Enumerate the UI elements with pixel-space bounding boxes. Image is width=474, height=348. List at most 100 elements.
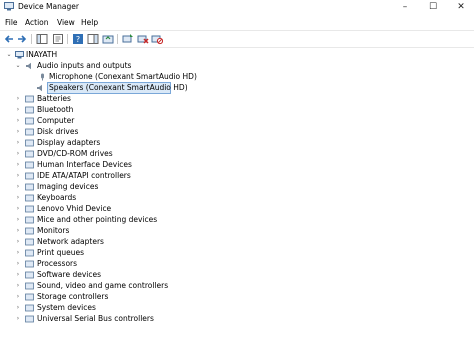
category-label: Human Interface Devices [37,160,132,169]
chevron-right-icon[interactable]: › [14,192,22,203]
disable-device-icon[interactable] [151,33,163,45]
speaker-icon [37,84,42,92]
back-arrow-icon[interactable] [3,33,15,45]
category-row[interactable]: › Lenovo Vhid Device [0,203,250,214]
category-label: Disk drives [37,127,79,136]
disk-drive-icon [25,128,34,136]
software-device-icon [25,271,34,279]
update-driver-icon[interactable] [102,33,114,45]
category-row[interactable]: › Display adapters [0,137,250,148]
chevron-right-icon[interactable]: › [14,225,22,236]
category-row[interactable]: › Monitors [0,225,250,236]
category-row[interactable]: › Computer [0,115,250,126]
device-tree: ⌄ INAYATH ⌄ Audio inputs and outputs Mic… [0,49,474,348]
scan-hardware-changes-icon[interactable] [122,33,134,45]
category-label: Keyboards [37,193,77,202]
chevron-right-icon[interactable]: › [14,126,22,137]
category-label: Computer [37,116,75,125]
chevron-right-icon[interactable]: › [14,93,22,104]
monitor-icon [25,227,34,235]
device-speakers[interactable]: Speakers (Conexant SmartAudio HD) [0,82,250,94]
category-row[interactable]: › Storage controllers [0,291,250,302]
chevron-right-icon[interactable]: › [14,280,22,291]
category-row[interactable]: › Imaging devices [0,181,250,192]
keyboard-icon [25,194,34,202]
category-label: Storage controllers [37,292,109,301]
toolbar-separator [67,34,68,44]
battery-icon [25,95,34,103]
speaker-icon [26,62,31,70]
category-row[interactable]: › System devices [0,302,250,313]
category-row[interactable]: › Mice and other pointing devices [0,214,250,225]
category-row[interactable]: › DVD/CD-ROM drives [0,148,250,159]
category-audio-inputs-and-outputs[interactable]: ⌄ Audio inputs and outputs [0,60,250,71]
chevron-right-icon[interactable]: › [14,115,22,126]
close-button[interactable]: ✕ [447,0,474,14]
storage-controller-icon [25,293,34,301]
chevron-right-icon[interactable]: › [14,203,22,214]
category-label: DVD/CD-ROM drives [37,149,113,158]
forward-arrow-icon[interactable] [16,33,28,45]
tree-root-inayath[interactable]: ⌄ INAYATH [0,49,200,60]
chevron-right-icon[interactable]: › [14,236,22,247]
computer-icon [15,51,24,59]
properties-icon[interactable] [52,33,64,45]
category-row[interactable]: › Universal Serial Bus controllers [0,313,250,324]
category-row[interactable]: › IDE ATA/ATAPI controllers [0,170,250,181]
toolbar-separator [117,34,118,44]
menu-action[interactable]: Action [25,17,49,28]
chevron-right-icon[interactable]: › [14,214,22,225]
dvd-drive-icon [25,150,34,158]
chevron-right-icon[interactable]: › [14,302,22,313]
category-row[interactable]: › Human Interface Devices [0,159,250,170]
mouse-icon [25,216,34,224]
category-label: Audio inputs and outputs [37,61,132,70]
chevron-down-icon[interactable]: ⌄ [5,49,13,60]
category-row[interactable]: › Software devices [0,269,250,280]
window-title: Device Manager [18,2,79,11]
chevron-right-icon[interactable]: › [14,148,22,159]
chevron-right-icon[interactable]: › [14,159,22,170]
minimize-button[interactable]: – [391,0,419,14]
category-row[interactable]: › Network adapters [0,236,250,247]
chevron-right-icon[interactable]: › [14,137,22,148]
show-hide-console-tree-icon[interactable] [36,33,48,45]
category-row[interactable]: › Batteries [0,93,250,104]
show-action-pane-icon[interactable] [87,33,99,45]
chevron-right-icon[interactable]: › [14,291,22,302]
menu-file[interactable]: File [5,17,18,28]
chevron-right-icon[interactable]: › [14,104,22,115]
chevron-down-icon[interactable]: ⌄ [14,60,22,71]
device-label: Microphone (Conexant SmartAudio HD) [49,72,197,81]
category-label: Bluetooth [37,105,74,114]
category-row[interactable]: › Disk drives [0,126,250,137]
printer-icon [25,249,34,257]
chevron-right-icon[interactable]: › [14,170,22,181]
category-label: Print queues [37,248,85,257]
category-row[interactable]: › Processors [0,258,250,269]
toolbar: ? [0,30,474,48]
category-row[interactable]: › Keyboards [0,192,250,203]
category-label: Universal Serial Bus controllers [37,314,154,323]
uninstall-device-icon[interactable] [137,33,149,45]
category-label: Mice and other pointing devices [37,215,158,224]
chevron-right-icon[interactable]: › [14,313,22,324]
device-manager-window: Device Manager – ☐ ✕ File Action View He… [0,0,474,348]
chevron-right-icon[interactable]: › [14,181,22,192]
chevron-right-icon[interactable]: › [14,258,22,269]
chevron-right-icon[interactable]: › [14,269,22,280]
chevron-right-icon[interactable]: › [14,247,22,258]
title-bar: Device Manager – ☐ ✕ [0,0,474,14]
svg-text:?: ? [76,35,80,44]
category-row[interactable]: › Bluetooth [0,104,250,115]
menu-help[interactable]: Help [81,17,98,28]
category-label: Processors [37,259,78,268]
menu-view[interactable]: View [57,17,75,28]
device-manager-app-icon [4,2,14,11]
maximize-button[interactable]: ☐ [419,0,447,14]
help-icon[interactable]: ? [72,33,84,45]
device-microphone[interactable]: Microphone (Conexant SmartAudio HD) [0,71,250,82]
category-row[interactable]: › Sound, video and game controllers [0,280,250,291]
category-label: Software devices [37,270,101,279]
category-row[interactable]: › Print queues [0,247,250,258]
